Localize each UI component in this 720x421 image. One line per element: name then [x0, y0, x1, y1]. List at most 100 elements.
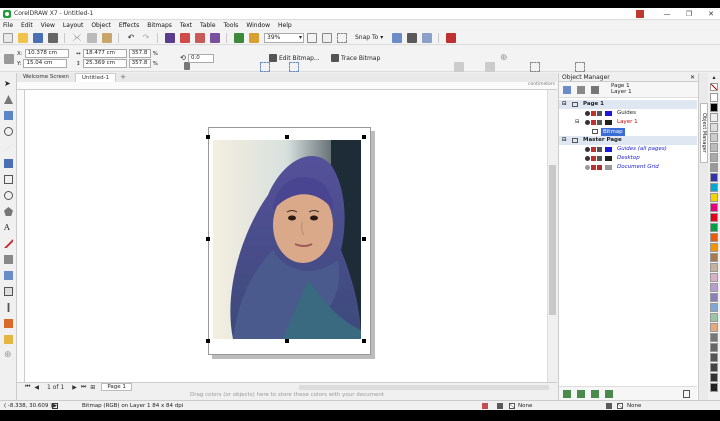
- bitmap-color-mask-icon[interactable]: [454, 61, 464, 72]
- polygon-tool-icon[interactable]: [4, 207, 13, 216]
- print-icon[interactable]: [591, 111, 596, 116]
- mirror-vertical-icon[interactable]: [289, 61, 299, 72]
- tree-row-bitmap[interactable]: Bitmap: [559, 127, 697, 136]
- palette-color-swatch[interactable]: [710, 213, 718, 222]
- undo-icon[interactable]: ↶: [126, 33, 136, 43]
- smart-fill-tool-icon[interactable]: [4, 335, 13, 344]
- eyedropper-tool-icon[interactable]: [7, 303, 10, 312]
- play-icon[interactable]: ▶: [52, 403, 58, 409]
- palette-color-swatch[interactable]: [710, 103, 718, 112]
- menu-edit[interactable]: Edit: [21, 22, 33, 29]
- palette-color-swatch[interactable]: [710, 123, 718, 132]
- palette-color-swatch[interactable]: [710, 303, 718, 312]
- palette-color-swatch[interactable]: [710, 383, 718, 392]
- menu-view[interactable]: View: [41, 22, 55, 29]
- new-layer-icon[interactable]: [563, 390, 571, 398]
- palette-color-swatch[interactable]: [710, 353, 718, 362]
- palette-color-swatch[interactable]: [710, 343, 718, 352]
- edit-pencil-icon[interactable]: [597, 156, 602, 161]
- add-icon[interactable]: ⊕: [500, 53, 508, 63]
- height-input[interactable]: 25.369 cm: [82, 59, 127, 68]
- full-screen-preview-icon[interactable]: [307, 32, 317, 43]
- new-master-layer-even-icon[interactable]: [605, 390, 613, 398]
- palette-color-swatch[interactable]: [710, 183, 718, 192]
- print-icon[interactable]: [591, 147, 596, 152]
- horizontal-scrollbar[interactable]: [299, 385, 549, 390]
- tab-welcome-screen[interactable]: Welcome Screen: [17, 73, 75, 82]
- tab-untitled-1[interactable]: Untitled-1: [74, 73, 117, 82]
- palette-color-swatch[interactable]: [710, 203, 718, 212]
- no-color-swatch[interactable]: [710, 83, 718, 91]
- selection-handle-bottom-right[interactable]: [362, 339, 366, 343]
- last-page-icon[interactable]: ⏭: [81, 383, 86, 391]
- pick-tool-icon[interactable]: ➤: [4, 79, 13, 88]
- palette-color-swatch[interactable]: [710, 263, 718, 272]
- previous-page-icon[interactable]: ◀: [34, 384, 39, 391]
- mirror-horizontal-icon[interactable]: [260, 61, 270, 72]
- palette-color-swatch[interactable]: [710, 113, 718, 122]
- menu-bitmaps[interactable]: Bitmaps: [147, 22, 172, 29]
- show-grid-icon[interactable]: [337, 32, 347, 43]
- text-tool-icon[interactable]: A: [4, 223, 13, 232]
- tree-row-layer-1[interactable]: ⊟ Layer 1: [559, 118, 697, 127]
- open-folder-icon[interactable]: [18, 32, 28, 43]
- welcome-screen-icon[interactable]: [249, 32, 259, 43]
- menu-file[interactable]: File: [3, 22, 13, 29]
- palette-color-swatch[interactable]: [710, 373, 718, 382]
- rectangle-tool-icon[interactable]: [4, 175, 13, 184]
- tree-row-page-1[interactable]: ⊟ Page 1: [559, 100, 697, 109]
- help-flag-icon[interactable]: [636, 10, 644, 18]
- x-position-input[interactable]: 10.378 cm: [24, 49, 69, 58]
- zoom-tool-icon[interactable]: [4, 127, 13, 136]
- layer-manager-view-icon[interactable]: [591, 86, 599, 94]
- tree-row-guides-all-pages[interactable]: Guides (all pages): [559, 145, 697, 154]
- edit-bitmap-button[interactable]: Edit Bitmap...: [269, 54, 320, 62]
- menu-text[interactable]: Text: [180, 22, 192, 29]
- palette-color-swatch[interactable]: [710, 143, 718, 152]
- show-object-properties-icon[interactable]: [563, 86, 571, 94]
- restore-button[interactable]: ❐: [682, 9, 696, 19]
- options-icon[interactable]: [392, 32, 403, 43]
- add-tool-icon[interactable]: ⊕: [4, 351, 13, 360]
- new-master-layer-odd-icon[interactable]: [591, 390, 599, 398]
- menu-tools[interactable]: Tools: [224, 22, 239, 29]
- page-tab-1[interactable]: Page 1: [101, 383, 132, 391]
- palette-color-swatch[interactable]: [710, 93, 718, 102]
- selection-handle-top[interactable]: [285, 135, 289, 139]
- edit-pencil-icon[interactable]: [597, 147, 602, 152]
- crop-tool-icon[interactable]: [4, 111, 13, 120]
- copy-icon[interactable]: [87, 32, 97, 43]
- palette-color-swatch[interactable]: [710, 313, 718, 322]
- interactive-fill-tool-icon[interactable]: [4, 319, 13, 328]
- visibility-eye-icon[interactable]: [585, 120, 590, 125]
- artistic-media-tool-icon[interactable]: [4, 159, 13, 168]
- print-icon[interactable]: [591, 120, 596, 125]
- palette-color-swatch[interactable]: [710, 293, 718, 302]
- interactive-tool-icon[interactable]: [4, 271, 13, 280]
- vertical-ruler[interactable]: [17, 90, 25, 382]
- dynamic-guides-icon[interactable]: [422, 32, 433, 43]
- freehand-tool-icon[interactable]: [4, 143, 13, 152]
- add-page-icon[interactable]: ⊞: [90, 384, 95, 391]
- ellipse-tool-icon[interactable]: [4, 191, 13, 200]
- selection-handle-bottom-left[interactable]: [206, 339, 210, 343]
- palette-color-swatch[interactable]: [710, 363, 718, 372]
- new-tab-button[interactable]: +: [116, 73, 130, 82]
- crop-bitmap-icon[interactable]: [575, 61, 585, 72]
- width-input[interactable]: 18.477 cm: [82, 49, 127, 58]
- print-icon[interactable]: [48, 32, 58, 43]
- bitmap-properties-icon[interactable]: [4, 53, 14, 64]
- collapse-icon[interactable]: ⊟: [575, 118, 580, 127]
- minimize-button[interactable]: —: [660, 9, 674, 19]
- tree-row-master-page[interactable]: ⊟ Master Page: [559, 136, 697, 145]
- palette-color-swatch[interactable]: [710, 163, 718, 172]
- tree-row-guides[interactable]: Guides: [559, 109, 697, 118]
- palette-color-swatch[interactable]: [710, 243, 718, 252]
- menu-effects[interactable]: Effects: [119, 22, 139, 29]
- new-master-layer-icon[interactable]: [577, 390, 585, 398]
- new-document-icon[interactable]: [3, 32, 13, 43]
- redo-icon[interactable]: ↷: [141, 33, 151, 43]
- zoom-level-select[interactable]: 39%: [264, 32, 304, 43]
- palette-color-swatch[interactable]: [710, 193, 718, 202]
- snap-to-dropdown[interactable]: Snap To ▾: [355, 34, 383, 41]
